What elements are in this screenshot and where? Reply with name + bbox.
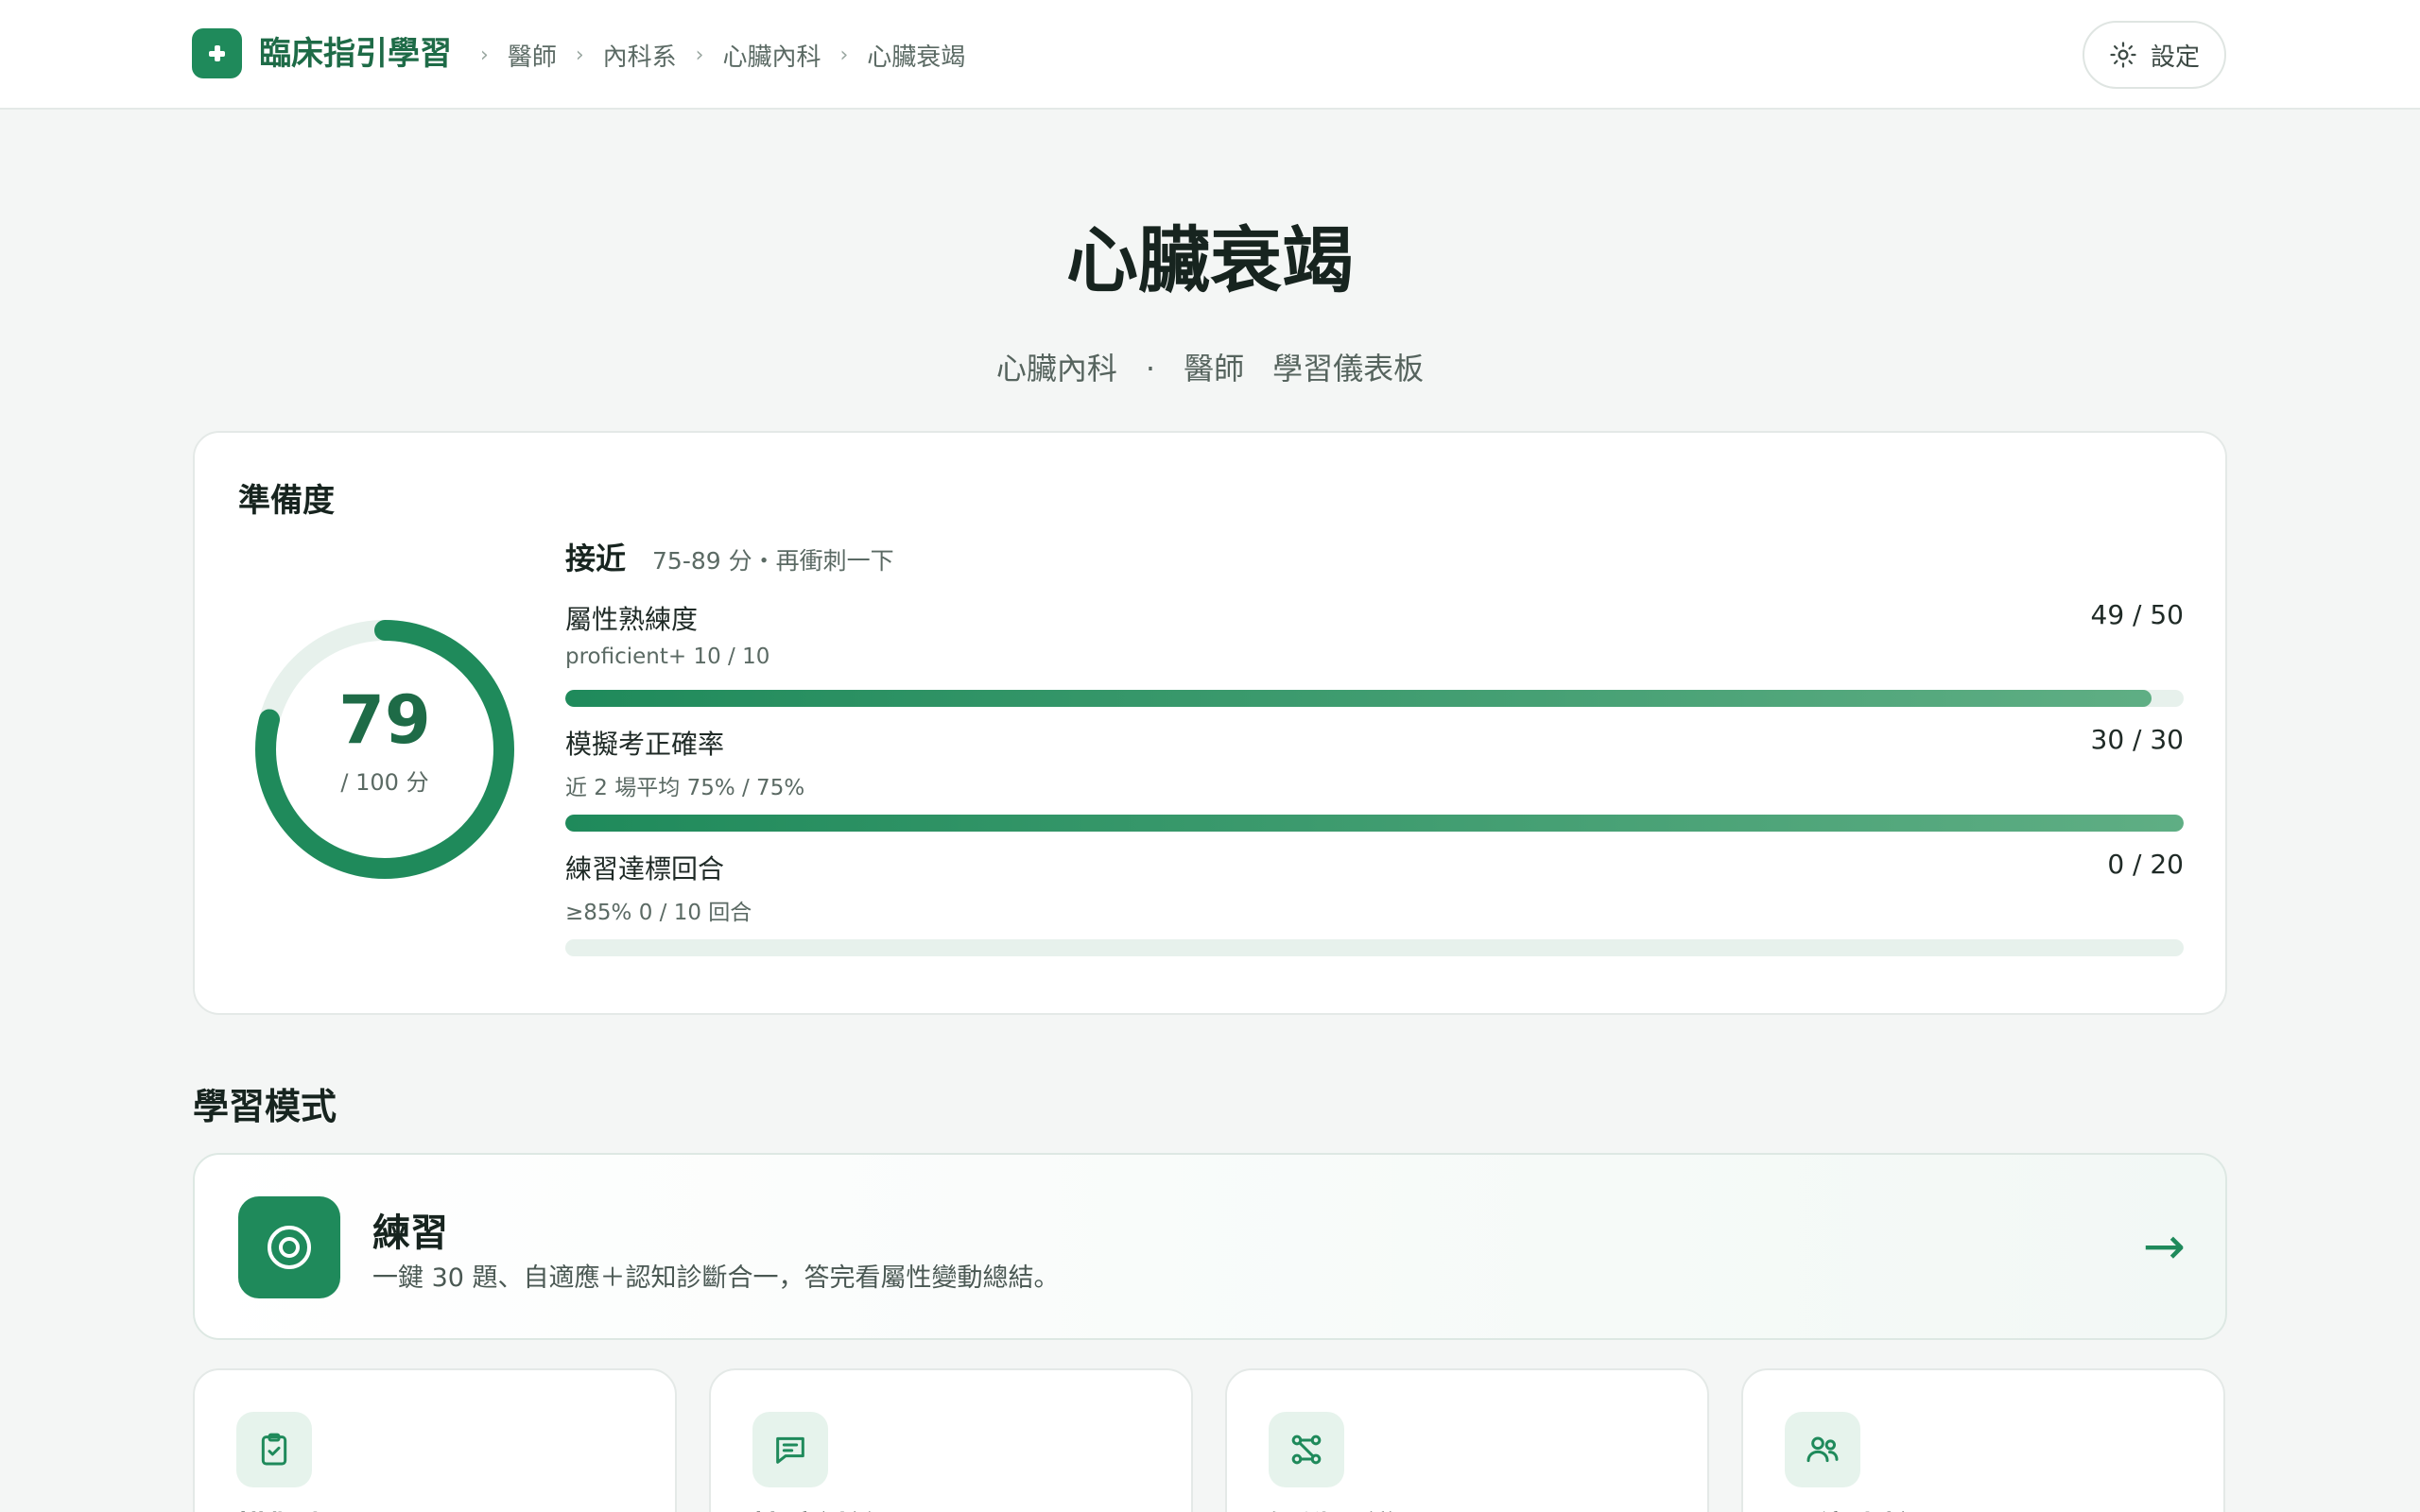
medical-cross-logo-icon[interactable] [192, 28, 242, 78]
metric-progress-track [565, 690, 2184, 707]
metric-practice-rounds: 練習達標回合 0 / 20 ≥85% 0 / 10 回合 [565, 849, 2184, 962]
mode-card-knowledge-graph[interactable]: 知識圖譜 [1225, 1368, 1709, 1512]
breadcrumb-item-specialty[interactable]: 心臟內科 [722, 38, 821, 73]
breadcrumb-separator: › [480, 43, 489, 67]
arrow-right-icon: → [2142, 1216, 2186, 1276]
graph-icon [1269, 1412, 1344, 1487]
readiness-score: 79 [338, 681, 431, 759]
readiness-level-name: 接近 [565, 541, 627, 576]
mode-label: 同儕比較 [1785, 1503, 1913, 1512]
readiness-card: 準備度 79 / 100 分 接近 75-89 分・再衝刺一下 屬性熟練度 49 … [193, 431, 2227, 1015]
breadcrumb-item-role[interactable]: 醫師 [508, 38, 557, 73]
breadcrumb-item-category[interactable]: 內科系 [603, 38, 677, 73]
metric-label: 模擬考正確率 [565, 729, 725, 760]
metric-progress-fill [565, 690, 2152, 707]
metric-progress-track [565, 815, 2184, 832]
target-icon [238, 1196, 340, 1298]
practice-mode-card[interactable]: 練習 一鍵 30 題、自適應＋認知診斷合一，答完看屬性變動總結。 → [193, 1153, 2227, 1340]
metric-note: 近 2 場平均 75% / 75% [565, 776, 805, 800]
breadcrumb-item-topic[interactable]: 心臟衰竭 [867, 38, 965, 73]
mode-card-mock-exam[interactable]: 模擬考 [193, 1368, 677, 1512]
subtitle-specialty: 心臟內科 [995, 351, 1117, 387]
gear-icon [2110, 42, 2136, 68]
metric-attribute-mastery: 屬性熟練度 49 / 50 proficient+ 10 / 10 [565, 599, 2184, 713]
clipboard-check-icon [236, 1412, 312, 1487]
practice-title: 練習 [372, 1211, 448, 1255]
modes-section-title: 學習模式 [193, 1086, 337, 1127]
practice-desc: 一鍵 30 題、自適應＋認知診斷合一，答完看屬性變動總結。 [372, 1263, 1060, 1293]
metric-progress-fill [565, 815, 2184, 832]
subtitle-role: 醫師 [1184, 351, 1245, 387]
settings-label: 設定 [2150, 43, 2200, 72]
mode-label: 知識圖譜 [1269, 1503, 1397, 1512]
page-title: 心臟衰竭 [1066, 218, 1354, 302]
readiness-score-max: / 100 分 [340, 769, 429, 796]
page-subtitle: 心臟內科 · 醫師 學習儀表板 [0, 348, 2420, 389]
metric-label: 屬性熟練度 [565, 604, 699, 635]
readiness-level-desc: 75-89 分・再衝刺一下 [652, 547, 894, 575]
breadcrumb-separator: › [839, 43, 849, 67]
top-bar: 臨床指引學習 › 醫師 › 內科系 › 心臟內科 › 心臟衰竭 設定 [0, 0, 2420, 110]
mode-card-discussion[interactable]: 情境討論 [709, 1368, 1193, 1512]
mode-card-peer-comparison[interactable]: 同儕比較 [1741, 1368, 2225, 1512]
metric-value: 49 / 50 [2090, 599, 2185, 630]
subtitle-separator: · [1145, 351, 1156, 387]
breadcrumb-separator: › [575, 43, 584, 67]
metric-note: proficient+ 10 / 10 [565, 644, 770, 669]
readiness-ring: 79 / 100 分 [248, 612, 522, 886]
metric-note: ≥85% 0 / 10 回合 [565, 901, 752, 925]
metric-label: 練習達標回合 [565, 853, 725, 885]
readiness-level: 接近 75-89 分・再衝刺一下 [565, 535, 894, 578]
mode-label: 情境討論 [752, 1503, 881, 1512]
subtitle-dashboard: 學習儀表板 [1272, 351, 1425, 387]
breadcrumb: › 醫師 › 內科系 › 心臟內科 › 心臟衰竭 [461, 36, 965, 74]
mode-label: 模擬考 [236, 1503, 333, 1512]
metric-value: 30 / 30 [2090, 724, 2185, 755]
metric-progress-track [565, 939, 2184, 956]
chat-icon [752, 1412, 828, 1487]
readiness-title: 準備度 [238, 482, 335, 520]
metric-mock-exam-accuracy: 模擬考正確率 30 / 30 近 2 場平均 75% / 75% [565, 724, 2184, 837]
metric-value: 0 / 20 [2107, 849, 2184, 880]
people-icon [1785, 1412, 1860, 1487]
breadcrumb-separator: › [695, 43, 704, 67]
settings-button[interactable]: 設定 [2083, 21, 2226, 89]
brand-name[interactable]: 臨床指引學習 [259, 32, 452, 76]
